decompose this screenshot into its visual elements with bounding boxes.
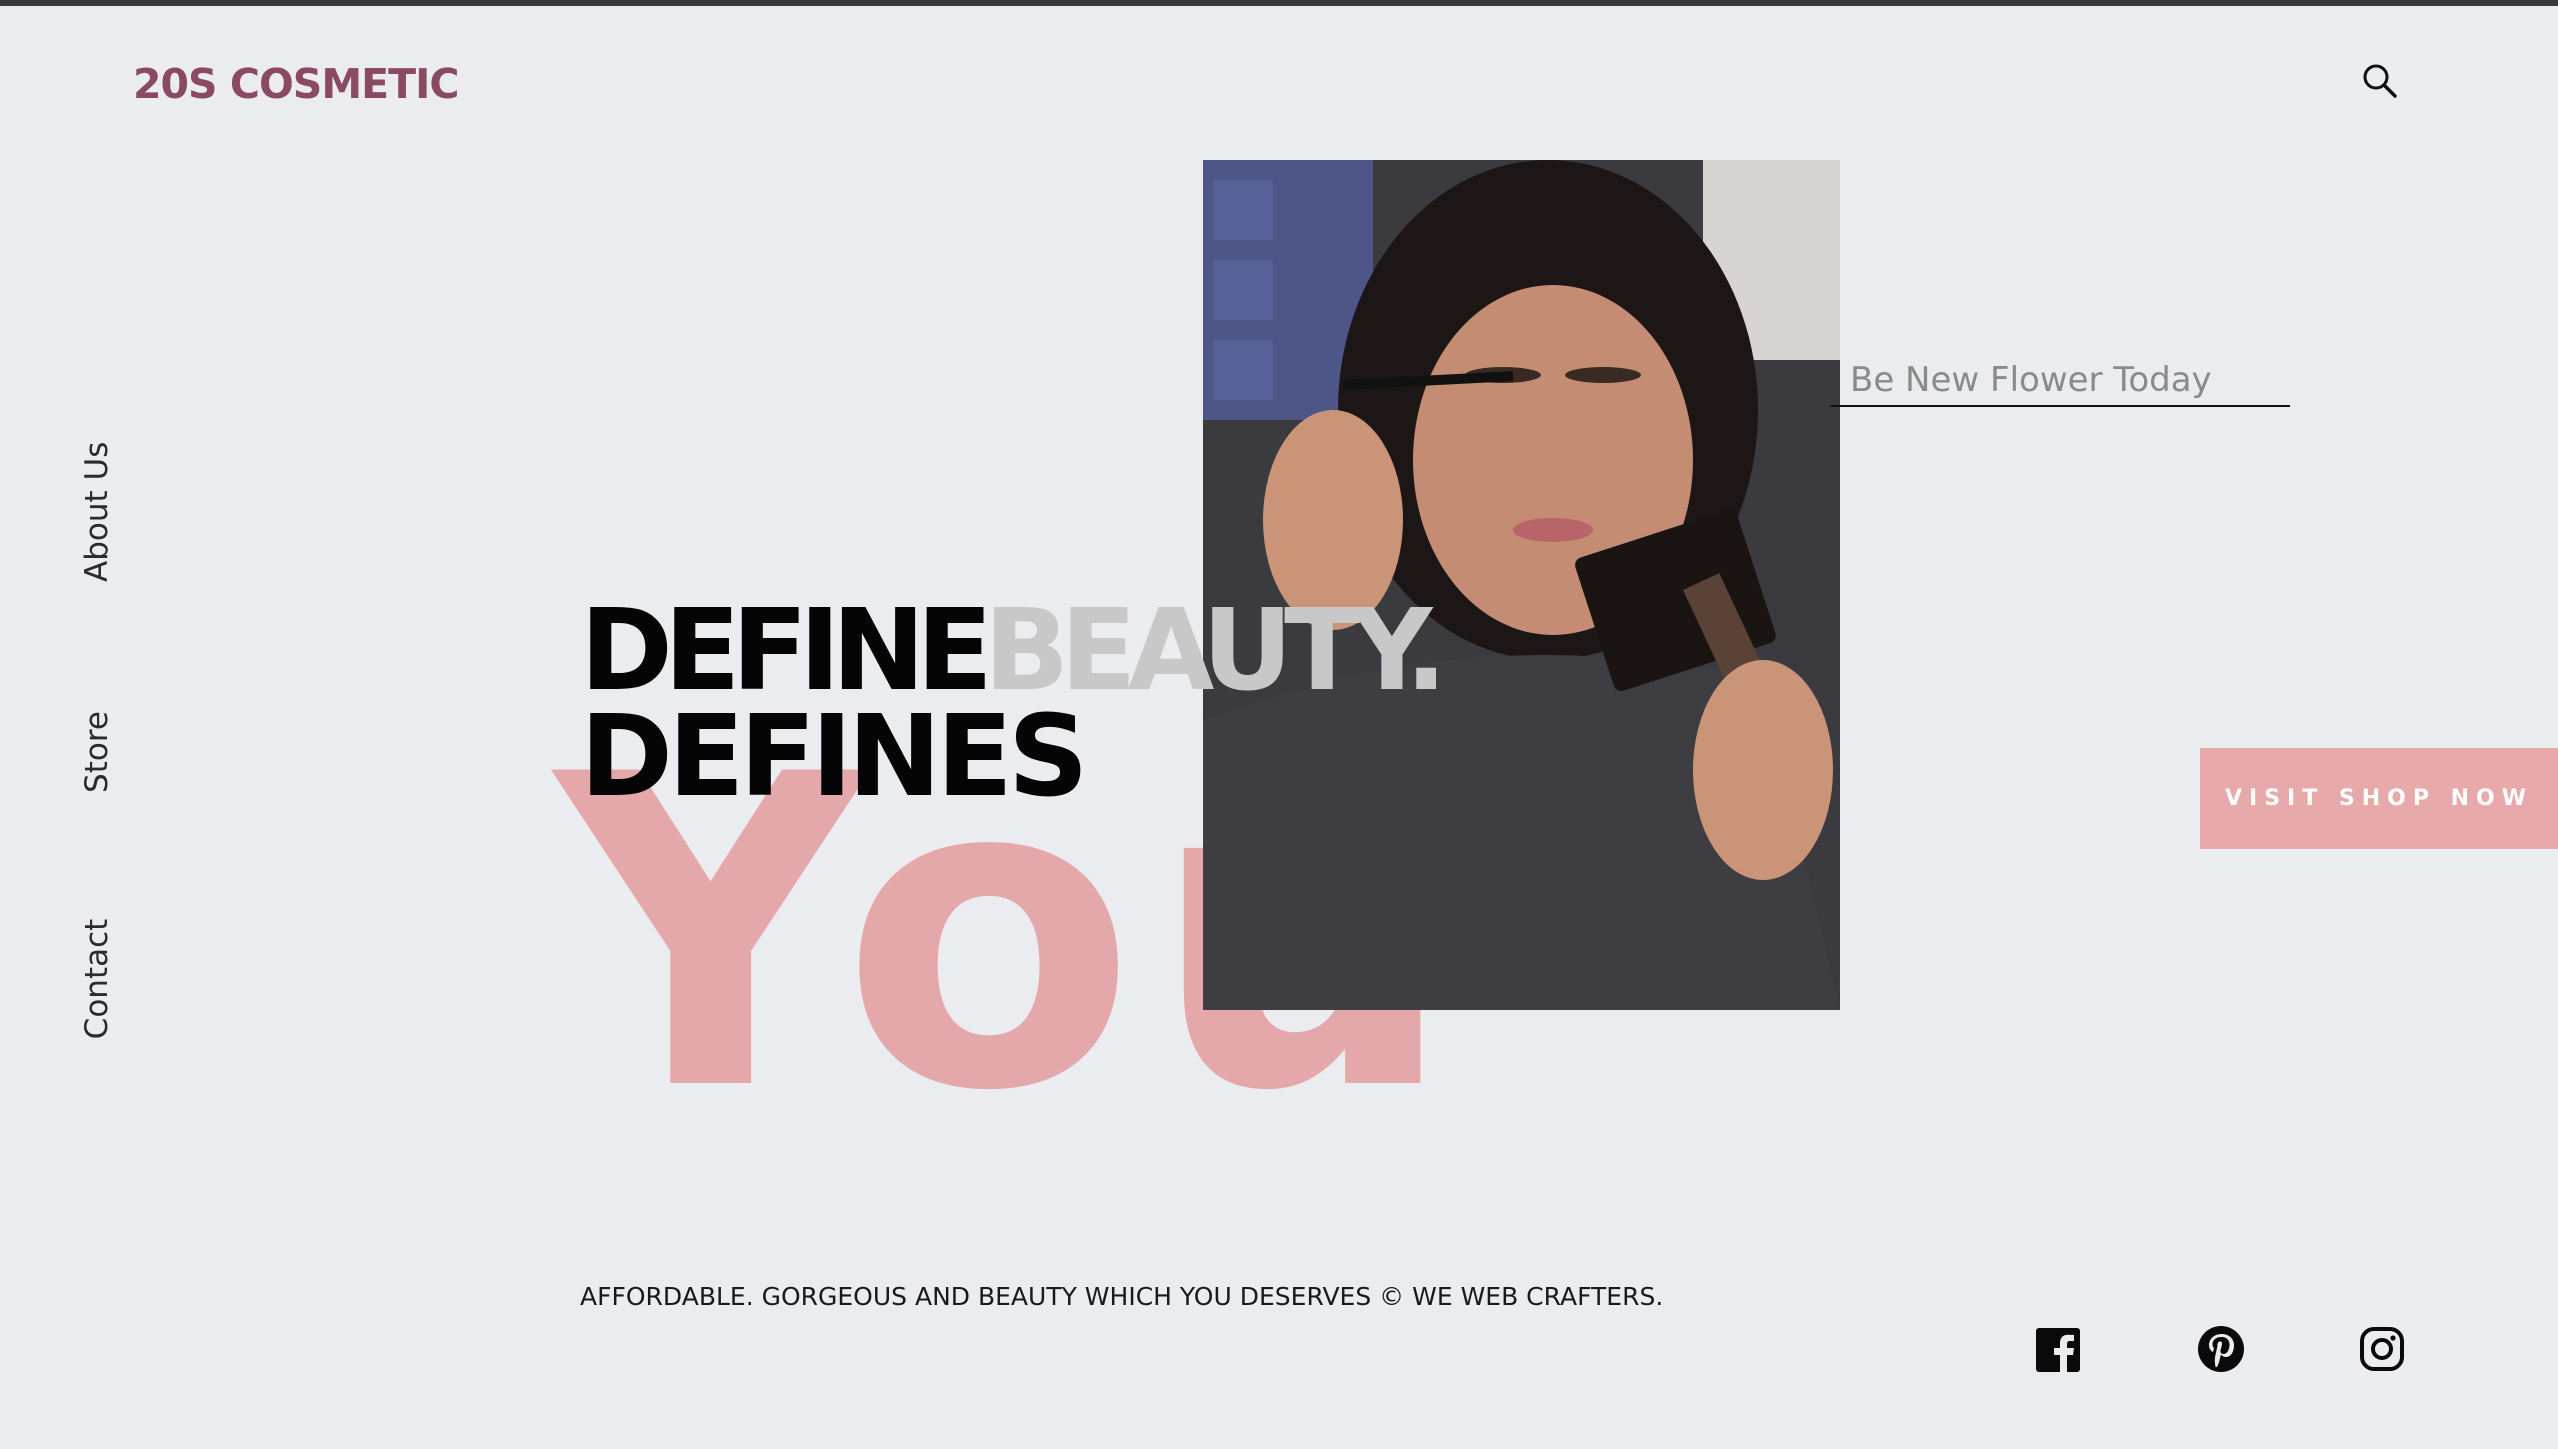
facebook-icon[interactable] xyxy=(2034,1326,2082,1374)
top-border xyxy=(0,0,2558,6)
hero-tagline: Be New Flower Today xyxy=(1850,360,2212,400)
headline-dot: . xyxy=(1404,586,1447,716)
hero-photo-illustration xyxy=(1203,160,1840,1010)
hero-photo xyxy=(1203,160,1840,1010)
visit-shop-button[interactable]: VISIT SHOP NOW xyxy=(2200,748,2558,849)
nav-contact[interactable]: Contact xyxy=(79,914,115,1044)
search-icon[interactable] xyxy=(2361,62,2399,100)
tagline-underline xyxy=(1830,405,2290,407)
instagram-icon[interactable] xyxy=(2358,1325,2406,1373)
hero-headline: DEFINEBEAUTY. DEFINES xyxy=(580,595,1447,822)
footer-text: AFFORDABLE. GORGEOUS AND BEAUTY WHICH YO… xyxy=(580,1282,1664,1311)
nav-store[interactable]: Store xyxy=(79,697,115,807)
nav-about-us[interactable]: About Us xyxy=(79,442,115,582)
pinterest-icon[interactable] xyxy=(2196,1324,2244,1372)
brand-logo[interactable]: 20S COSMETIC xyxy=(133,60,459,108)
headline-line-1: DEFINEBEAUTY. xyxy=(580,595,1447,707)
headline-line-2: DEFINES xyxy=(580,692,1089,822)
